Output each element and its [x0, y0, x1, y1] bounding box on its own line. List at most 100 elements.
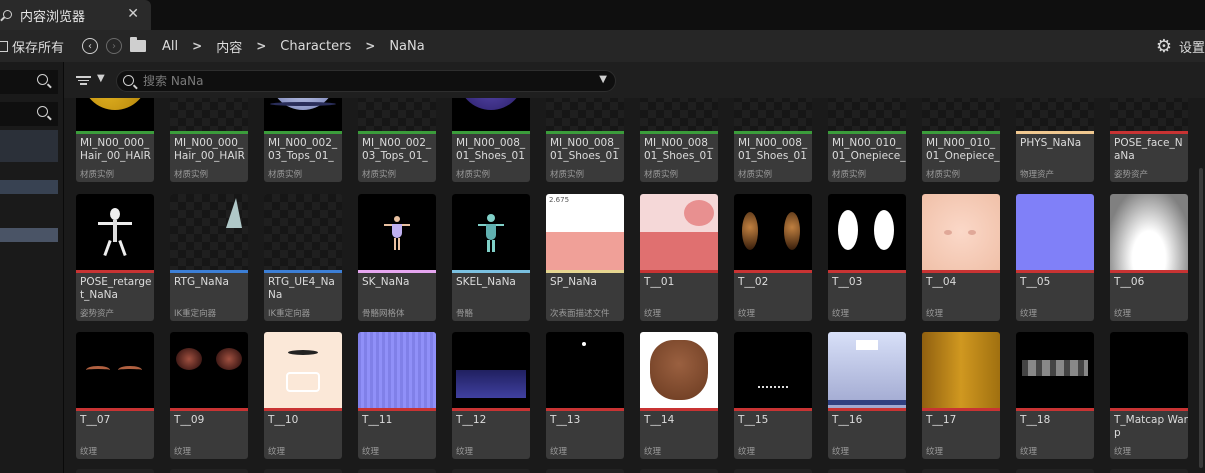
asset-type-strip — [264, 408, 342, 411]
save-icon — [0, 40, 8, 52]
sidebar-filter-search[interactable] — [0, 102, 58, 126]
sidebar-folder-item-selected[interactable] — [0, 228, 58, 242]
breadcrumb-characters[interactable]: Characters — [280, 39, 351, 54]
save-all-label: 保存所有 — [12, 40, 65, 56]
asset-tile[interactable]: SK_NaNa 骨骼网格体 — [358, 194, 436, 321]
asset-type-label: 纹理 — [738, 309, 756, 319]
asset-type-label: 纹理 — [738, 447, 756, 457]
asset-tile-partial[interactable] — [264, 469, 342, 473]
settings-button[interactable]: ⚙ 设置 — [1156, 30, 1205, 62]
asset-tile[interactable]: T__05 纹理 — [1016, 194, 1094, 321]
asset-type-strip — [76, 131, 154, 134]
asset-tile-partial[interactable] — [734, 469, 812, 473]
sidebar-folder-item[interactable] — [0, 180, 58, 194]
asset-thumbnail — [76, 98, 154, 131]
search-box[interactable]: ▼ — [116, 70, 616, 92]
asset-tile-partial[interactable] — [1016, 469, 1094, 473]
asset-thumbnail — [76, 194, 154, 270]
save-all-button[interactable]: 保存所有 — [0, 37, 64, 56]
asset-tile[interactable]: T__06 纹理 — [1110, 194, 1188, 321]
asset-tile[interactable]: T__02 纹理 — [734, 194, 812, 321]
asset-tile[interactable]: T__01 纹理 — [640, 194, 718, 321]
asset-tile-partial[interactable] — [546, 469, 624, 473]
asset-name: T__09 — [174, 414, 205, 426]
sidebar-folder-panel — [0, 130, 58, 162]
asset-tile[interactable]: MI_N00_008_01_Shoes_01_ 材质实例 — [640, 98, 718, 182]
asset-tile[interactable]: SKEL_NaNa 骨骼 — [452, 194, 530, 321]
asset-tile[interactable]: T__03 纹理 — [828, 194, 906, 321]
asset-type-strip — [640, 270, 718, 273]
asset-type-label: 材质实例 — [832, 170, 867, 180]
asset-tile[interactable]: MI_N00_008_01_Shoes_01_ 材质实例 — [734, 98, 812, 182]
scrollbar-thumb[interactable] — [1199, 168, 1203, 468]
asset-tile-partial[interactable] — [1110, 469, 1188, 473]
asset-type-strip — [170, 270, 248, 273]
sidebar-search[interactable] — [0, 70, 58, 94]
asset-tile[interactable]: T__16 纹理 — [828, 332, 906, 459]
asset-tile[interactable]: MI_N00_000_Hair_00_HAIR 材质实例 — [170, 98, 248, 182]
asset-tile[interactable]: T__17 纹理 — [922, 332, 1000, 459]
breadcrumb-nana[interactable]: NaNa — [389, 39, 424, 54]
asset-thumbnail — [170, 332, 248, 408]
asset-name: T__01 — [644, 276, 675, 288]
asset-tile[interactable]: MI_N00_002_03_Tops_01_ 材质实例 — [264, 98, 342, 182]
asset-tile[interactable]: T_Matcap Warp 纹理 — [1110, 332, 1188, 459]
asset-thumbnail — [640, 194, 718, 270]
scrollbar[interactable] — [1197, 98, 1205, 473]
asset-type-label: 纹理 — [550, 447, 568, 457]
breadcrumb-content[interactable]: 内容 — [216, 37, 242, 56]
asset-tile[interactable]: MI_N00_010_01_Onepiece_ 材质实例 — [828, 98, 906, 182]
asset-tile[interactable]: RTG_UE4_NaNa IK重定向器 — [264, 194, 342, 321]
chevron-right-icon[interactable]: > — [256, 39, 266, 53]
asset-tile-partial[interactable] — [452, 469, 530, 473]
asset-tile[interactable]: MI_N00_010_01_Onepiece_ 材质实例 — [922, 98, 1000, 182]
asset-tile-partial[interactable] — [358, 469, 436, 473]
asset-tile[interactable]: T__12 纹理 — [452, 332, 530, 459]
filter-icon[interactable] — [76, 76, 91, 85]
asset-type-label: 姿势资产 — [1114, 170, 1149, 180]
asset-tile[interactable]: 2.675 SP_NaNa 次表面描述文件 — [546, 194, 624, 321]
asset-tile[interactable]: T__09 纹理 — [170, 332, 248, 459]
asset-tile[interactable]: T__18 纹理 — [1016, 332, 1094, 459]
asset-tile-partial[interactable] — [828, 469, 906, 473]
asset-type-label: 纹理 — [1020, 447, 1038, 457]
search-icon — [37, 74, 48, 85]
asset-tile[interactable]: T__13 纹理 — [546, 332, 624, 459]
breadcrumb-all[interactable]: All — [162, 39, 178, 54]
asset-tile[interactable]: T__10 纹理 — [264, 332, 342, 459]
folder-icon[interactable] — [130, 37, 147, 52]
tab-content-browser[interactable]: 内容浏览器 ✕ — [0, 0, 151, 30]
asset-type-strip — [546, 270, 624, 273]
asset-tile[interactable]: T__15 纹理 — [734, 332, 812, 459]
asset-tile[interactable]: T__11 纹理 — [358, 332, 436, 459]
chevron-right-icon[interactable]: > — [192, 39, 202, 53]
asset-tile-partial[interactable] — [76, 469, 154, 473]
chevron-down-icon[interactable]: ▼ — [599, 74, 607, 85]
forward-icon[interactable]: › — [106, 38, 123, 54]
asset-type-strip — [1110, 131, 1188, 134]
asset-tile-partial[interactable] — [922, 469, 1000, 473]
asset-type-strip — [264, 131, 342, 134]
asset-tile[interactable]: RTG_NaNa IK重定向器 — [170, 194, 248, 321]
asset-tile[interactable]: POSE_face_NaNa 姿势资产 — [1110, 98, 1188, 182]
back-icon[interactable]: ‹ — [82, 38, 99, 54]
chevron-down-icon[interactable]: ▼ — [97, 73, 105, 84]
asset-tile[interactable]: T__04 纹理 — [922, 194, 1000, 321]
close-icon[interactable]: ✕ — [127, 6, 139, 22]
chevron-right-icon[interactable]: > — [365, 39, 375, 53]
asset-tile[interactable]: MI_N00_008_01_Shoes_01_ 材质实例 — [452, 98, 530, 182]
asset-view: ▼ ▼ MI_N00_000_Hair_00_HAIR材质实例MI_N00_00… — [64, 62, 1205, 473]
asset-tile-partial[interactable] — [170, 469, 248, 473]
asset-tile[interactable]: POSE_retarget_NaNa 姿势资产 — [76, 194, 154, 321]
asset-tile[interactable]: MI_N00_002_03_Tops_01_ 材质实例 — [358, 98, 436, 182]
asset-tile[interactable]: T__14 纹理 — [640, 332, 718, 459]
asset-type-strip — [828, 131, 906, 134]
asset-type-label: 纹理 — [1114, 447, 1132, 457]
asset-tile[interactable]: MI_N00_008_01_Shoes_01_ 材质实例 — [546, 98, 624, 182]
asset-tile[interactable]: PHYS_NaNa 物理资产 — [1016, 98, 1094, 182]
asset-tile-partial[interactable] — [640, 469, 718, 473]
search-input[interactable] — [143, 73, 583, 89]
asset-tile[interactable]: T__07 纹理 — [76, 332, 154, 459]
asset-tile[interactable]: MI_N00_000_Hair_00_HAIR 材质实例 — [76, 98, 154, 182]
asset-thumbnail — [640, 332, 718, 408]
